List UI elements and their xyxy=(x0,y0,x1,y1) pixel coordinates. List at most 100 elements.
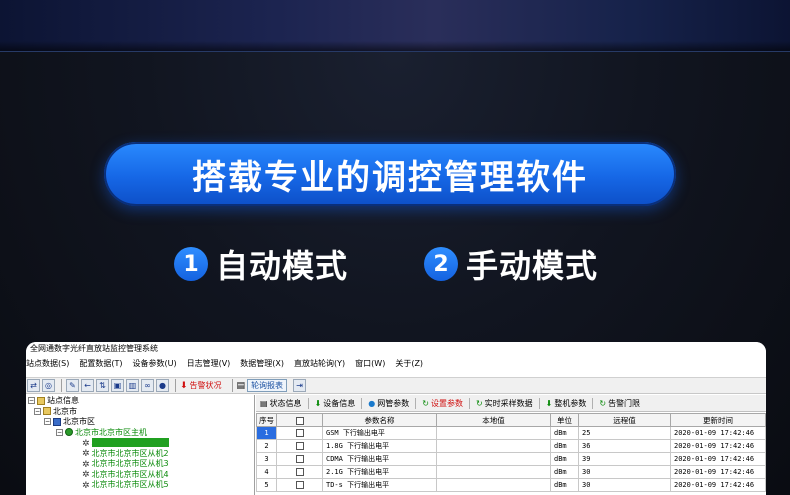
poll-report-button[interactable]: ▤ 轮询报表 xyxy=(237,379,288,392)
tab-status-info[interactable]: ▤ 状态信息 xyxy=(258,398,304,409)
col-header-no[interactable]: 序号 xyxy=(256,413,277,427)
row-checkbox[interactable] xyxy=(295,481,304,489)
row-checkbox[interactable] xyxy=(295,468,304,476)
alarm-status-button[interactable]: ⬇ 告警状况 xyxy=(180,380,222,391)
tree-node-slave-5[interactable]: ✲ 北京市北京市区从机5 xyxy=(26,480,254,491)
tab-label: 整机参数 xyxy=(554,398,587,408)
col-header-update-time[interactable]: 更新时间 xyxy=(670,413,766,427)
row-number: 3 xyxy=(256,452,277,466)
tree-node-district[interactable]: − 北京市区 xyxy=(26,417,254,428)
menu-log-management[interactable]: 日志管理(V) xyxy=(187,356,231,371)
menu-about[interactable]: 关于(Z) xyxy=(395,356,423,371)
select-all-checkbox[interactable] xyxy=(295,416,304,425)
tab-label: 设置参数 xyxy=(430,398,463,408)
tree-node-host[interactable]: − 北京市北京市区主机 xyxy=(26,428,254,439)
table-row[interactable]: 1 GSM 下行输出电平 dBm 25 2020-01-09 17:42:46 xyxy=(256,426,766,440)
menu-window[interactable]: 窗口(W) xyxy=(355,356,385,371)
tree-node-root[interactable]: − 站点信息 xyxy=(26,396,254,407)
tab-set-params[interactable]: ↻ 设置参数 xyxy=(420,398,465,409)
connect-icon[interactable]: ⇄ xyxy=(27,379,40,392)
tab-realtime-sampling[interactable]: ↻ 实时采样数据 xyxy=(474,398,535,409)
menu-site-data[interactable]: 站点数据(S) xyxy=(26,356,69,371)
collapse-icon[interactable]: − xyxy=(34,407,41,415)
param-name: CDMA 下行输出电平 xyxy=(322,452,437,466)
tab-alarm-threshold[interactable]: ↻ 告警门限 xyxy=(597,398,642,409)
collapse-icon[interactable]: − xyxy=(56,428,63,436)
tab-separator xyxy=(592,397,594,409)
tree-node-city[interactable]: − 北京市 xyxy=(26,407,254,418)
tab-label: 实时采样数据 xyxy=(484,398,533,408)
tab-device-info[interactable]: ⬇ 设备信息 xyxy=(313,398,358,409)
local-value[interactable] xyxy=(436,439,551,453)
tab-unit-params[interactable]: ⬇ 整机参数 xyxy=(544,398,589,409)
table-row[interactable]: 5 TD-s 下行输出电平 dBm 30 2020-01-09 17:42:46 xyxy=(256,478,766,492)
globe-icon[interactable]: ● xyxy=(156,379,169,392)
edit-icon[interactable]: ✎ xyxy=(66,379,79,392)
gear-icon: ✲ xyxy=(82,438,90,449)
local-value[interactable] xyxy=(436,426,551,440)
chart-icon[interactable]: ▥ xyxy=(126,379,139,392)
row-checkbox[interactable] xyxy=(295,455,304,463)
device-icon[interactable]: ▣ xyxy=(111,379,124,392)
row-checkbox[interactable] xyxy=(295,442,304,450)
gear-icon: ✲ xyxy=(82,449,90,459)
toolbar-separator xyxy=(231,379,233,392)
back-arrow-icon[interactable]: ← xyxy=(81,379,94,392)
local-value[interactable] xyxy=(436,452,551,466)
remote-value: 30 xyxy=(578,478,671,492)
unit: dBm xyxy=(550,439,579,453)
folder-icon xyxy=(43,407,51,415)
col-header-remote-value[interactable]: 远程值 xyxy=(578,413,671,427)
param-name: TD-s 下行输出电平 xyxy=(322,478,437,492)
tree-label: 北京市北京市区从机3 xyxy=(91,459,169,468)
tree-label: 北京市北京市区从机4 xyxy=(91,469,169,479)
tree-node-slave-3[interactable]: ✲ 北京市北京市区从机3 xyxy=(26,459,254,470)
binoculars-icon[interactable]: ∞ xyxy=(141,379,154,392)
exit-icon[interactable]: ⇥ xyxy=(293,379,307,392)
heading-pill: 搭载专业的调控管理软件 xyxy=(104,142,676,206)
collapse-icon[interactable]: − xyxy=(44,418,51,425)
tree-label-selected: 北京市北京市区从机1 xyxy=(91,438,169,447)
menu-device-params[interactable]: 设备参数(U) xyxy=(132,356,176,371)
mode-number-badge: 2 xyxy=(424,247,458,281)
tree-label: 北京市区 xyxy=(63,417,95,426)
update-time: 2020-01-09 17:42:46 xyxy=(670,426,766,440)
folder-icon xyxy=(37,396,45,405)
report-icon: ▤ xyxy=(236,380,246,391)
poll-report-label: 轮询报表 xyxy=(247,379,288,392)
refresh-icon: ↻ xyxy=(422,398,429,408)
tab-label: 网管参数 xyxy=(377,398,410,408)
query-icon[interactable]: ◎ xyxy=(42,379,55,392)
unit: dBm xyxy=(550,452,579,466)
parameter-panel: ▤ 状态信息 ⬇ 设备信息 ● 网管参数 ↻ 设置参数 ↻ 实时采样数据 ⬇ 整机参数 ↻ 告… xyxy=(256,395,766,495)
table-row[interactable]: 3 CDMA 下行输出电平 dBm 39 2020-01-09 17:42:46 xyxy=(256,452,766,466)
tab-separator xyxy=(361,397,363,409)
collapse-icon[interactable]: − xyxy=(28,397,35,404)
param-name: 2.1G 下行输出电平 xyxy=(322,465,437,479)
tree-node-slave-4[interactable]: ✲ 北京市北京市区从机4 xyxy=(26,470,254,481)
col-header-check[interactable] xyxy=(276,413,323,427)
tab-network-params[interactable]: ● 网管参数 xyxy=(366,398,411,409)
status-icon: ▤ xyxy=(260,398,268,408)
download-icon: ⬇ xyxy=(314,398,322,408)
table-row[interactable]: 2 1.8G 下行输出电平 dBm 36 2020-01-09 17:42:46 xyxy=(256,439,766,453)
menu-config-data[interactable]: 配置数据(T) xyxy=(79,356,122,371)
unit: dBm xyxy=(550,478,579,492)
row-checkbox[interactable] xyxy=(295,429,304,437)
menu-bar: 站点数据(S) 配置数据(T) 设备参数(U) 日志管理(V) 数据管理(X) … xyxy=(26,356,766,371)
param-name: GSM 下行输出电平 xyxy=(322,426,437,440)
globe-icon: ● xyxy=(368,398,376,408)
table-row[interactable]: 4 2.1G 下行输出电平 dBm 30 2020-01-09 17:42:46 xyxy=(256,465,766,479)
local-value[interactable] xyxy=(436,478,551,492)
menu-repeater-polling[interactable]: 直放站轮询(Y) xyxy=(294,356,345,371)
col-header-param-name[interactable]: 参数名称 xyxy=(322,413,437,427)
local-value[interactable] xyxy=(436,465,551,479)
menu-data-management[interactable]: 数据管理(X) xyxy=(240,356,284,371)
refresh-icon: ↻ xyxy=(475,398,483,408)
col-header-unit[interactable]: 单位 xyxy=(550,413,579,427)
transfer-icon[interactable]: ⇅ xyxy=(96,379,109,392)
mode-number-badge: 1 xyxy=(174,247,208,281)
tree-node-slave-2[interactable]: ✲ 北京市北京市区从机2 xyxy=(26,449,254,460)
tree-node-slave-1[interactable]: ✲ 北京市北京市区从机1 xyxy=(26,438,254,449)
col-header-local-value[interactable]: 本地值 xyxy=(436,413,551,427)
